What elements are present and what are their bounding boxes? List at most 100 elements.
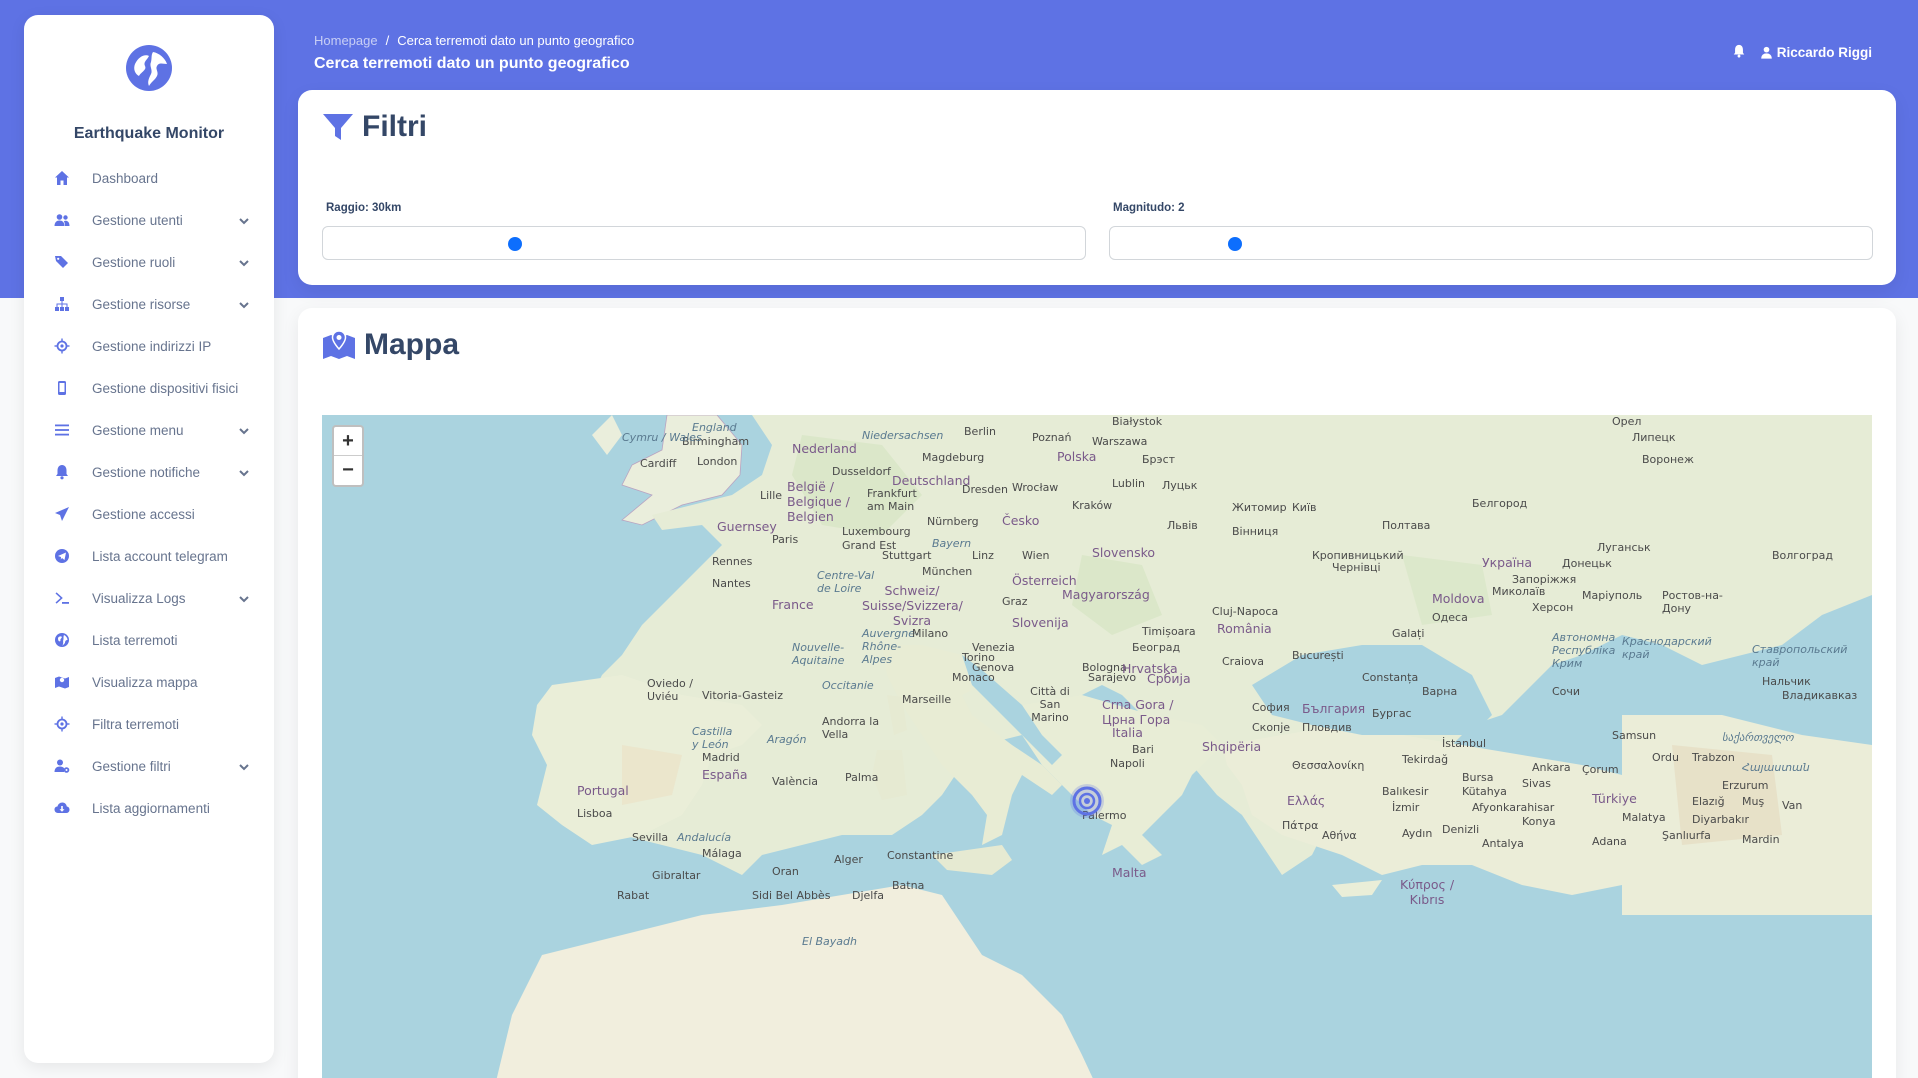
- map-label: Nouvelle-Aquitaine: [792, 641, 845, 667]
- map-title-text: Mappa: [364, 328, 460, 361]
- map-label: Kraków: [1072, 499, 1113, 512]
- page-title: Cerca terremoti dato un punto geografico: [314, 55, 630, 72]
- sidebar-item-filtra-terremoti[interactable]: Filtra terremoti: [24, 703, 274, 745]
- sitemap-icon: [54, 296, 70, 312]
- sidebar-item-lista-account-telegram[interactable]: Lista account telegram: [24, 535, 274, 577]
- sidebar-item-gestione-utenti[interactable]: Gestione utenti: [24, 199, 274, 241]
- bell-icon[interactable]: [1732, 44, 1746, 61]
- map-label: Erzurum: [1722, 779, 1769, 792]
- zoom-in-button[interactable]: +: [334, 427, 362, 456]
- magnitudo-slider[interactable]: [1109, 226, 1873, 260]
- map-label: Malatya: [1622, 811, 1666, 824]
- map-label: Antalya: [1482, 837, 1524, 850]
- magnitudo-slider-thumb[interactable]: [1228, 237, 1242, 251]
- map-label: Скопје: [1252, 721, 1291, 734]
- map-label: Stuttgart: [882, 549, 932, 562]
- map-label: Città di San Marino: [1030, 685, 1070, 724]
- search-point-marker[interactable]: [1069, 783, 1105, 819]
- map-base-layer: [322, 415, 1872, 1078]
- sidebar-item-visualizza-mappa[interactable]: Visualizza mappa: [24, 661, 274, 703]
- map-label: Одеса: [1432, 611, 1468, 624]
- map-label: Луцьк: [1162, 479, 1198, 492]
- chevron-down-icon: [238, 592, 250, 604]
- sidebar-item-visualizza-logs[interactable]: Visualizza Logs: [24, 577, 274, 619]
- map-label: Сочи: [1552, 685, 1581, 698]
- user-menu[interactable]: Riccardo Riggi: [1760, 45, 1872, 60]
- map-label: Denizli: [1442, 823, 1480, 836]
- map-label: România: [1217, 621, 1272, 636]
- sidebar-item-gestione-filtri[interactable]: Gestione filtri: [24, 745, 274, 787]
- sidebar-item-gestione-dispositivi-fisici[interactable]: Gestione dispositivi fisici: [24, 367, 274, 409]
- sidebar: Earthquake Monitor Dashboard Gestione ut…: [24, 15, 274, 1063]
- map-label: Варна: [1422, 685, 1458, 698]
- map-label: Θεσσαλονίκη: [1292, 759, 1365, 772]
- bars-icon: [54, 422, 70, 438]
- map-label: Ставропольский край: [1752, 643, 1848, 669]
- sidebar-item-gestione-ruoli[interactable]: Gestione ruoli: [24, 241, 274, 283]
- sidebar-item-lista-terremoti[interactable]: Lista terremoti: [24, 619, 274, 661]
- map-icon: [54, 674, 70, 690]
- map-label: İstanbul: [1442, 737, 1487, 750]
- breadcrumb-home-link[interactable]: Homepage: [314, 33, 378, 48]
- map-label: София: [1252, 701, 1290, 714]
- map-label: Cardiff: [640, 457, 677, 470]
- crosshair-icon: [54, 716, 70, 732]
- map-label: Paris: [772, 533, 799, 546]
- home-icon: [54, 170, 70, 186]
- chevron-down-icon: [238, 760, 250, 772]
- map-label: Луганськ: [1597, 541, 1651, 554]
- sidebar-item-label: Gestione menu: [92, 422, 184, 438]
- sidebar-item-gestione-risorse[interactable]: Gestione risorse: [24, 283, 274, 325]
- map-label: Magdeburg: [922, 451, 985, 464]
- zoom-out-button[interactable]: −: [334, 456, 362, 485]
- globe-logo-icon[interactable]: [125, 44, 173, 92]
- map-label: France: [772, 597, 814, 612]
- map-card: Mappa + − England Birmingham Cymru / Wal…: [298, 308, 1896, 1078]
- map-label: Sarajevo: [1088, 671, 1137, 684]
- raggio-slider[interactable]: [322, 226, 1086, 260]
- map-label: Białystok: [1112, 415, 1163, 428]
- map-label: Galați: [1392, 627, 1425, 640]
- map-label: İzmir: [1392, 801, 1420, 814]
- sidebar-item-gestione-notifiche[interactable]: Gestione notifiche: [24, 451, 274, 493]
- sidebar-item-dashboard[interactable]: Dashboard: [24, 157, 274, 199]
- map-label: Samsun: [1612, 729, 1657, 742]
- map-label: Batna: [892, 879, 925, 892]
- map-label: Nederland: [792, 441, 857, 456]
- map-label: Rennes: [712, 555, 753, 568]
- map-viewport[interactable]: + − England Birmingham Cymru / Wales Car…: [322, 415, 1872, 1078]
- user-icon: [1760, 46, 1772, 59]
- map-label: საქართველო: [1722, 731, 1794, 744]
- map-label: Ordu: [1652, 751, 1679, 764]
- map-label: Milano: [912, 627, 949, 640]
- breadcrumb: Homepage / Cerca terremoti dato un punto…: [314, 33, 634, 48]
- breadcrumb-separator: /: [385, 33, 390, 48]
- sidebar-item-gestione-accessi[interactable]: Gestione accessi: [24, 493, 274, 535]
- crosshair-icon: [54, 338, 70, 354]
- map-label: Elazığ: [1692, 795, 1725, 808]
- map-label: Lille: [760, 489, 783, 502]
- sidebar-item-gestione-indirizzi-ip[interactable]: Gestione indirizzi IP: [24, 325, 274, 367]
- map-label: Poznań: [1032, 431, 1072, 444]
- sidebar-item-label: Dashboard: [92, 170, 159, 186]
- map-label: Djelfa: [852, 889, 884, 902]
- map-label: Türkiye: [1592, 791, 1637, 806]
- map-label: Occitanie: [822, 679, 874, 692]
- map-label: Пловдив: [1302, 721, 1352, 734]
- map-label: Alger: [834, 853, 863, 866]
- map-label: El Bayadh: [802, 935, 857, 948]
- map-label: Lublin: [1112, 477, 1145, 490]
- map-label: București: [1292, 649, 1344, 662]
- users-icon: [54, 212, 70, 228]
- map-label: Владикавказ: [1782, 689, 1858, 702]
- sidebar-item-gestione-menu[interactable]: Gestione menu: [24, 409, 274, 451]
- sidebar-item-lista-aggiornamenti[interactable]: Lista aggiornamenti: [24, 787, 274, 829]
- raggio-slider-thumb[interactable]: [508, 237, 522, 251]
- map-label: Balıkesir: [1382, 785, 1429, 798]
- map-label: Shqipëria: [1202, 739, 1262, 754]
- map-label: Şanlıurfa: [1662, 829, 1711, 842]
- map-label: Österreich: [1012, 573, 1077, 588]
- tags-icon: [54, 254, 70, 270]
- map-label: Маріуполь: [1582, 589, 1643, 602]
- map-label: Guernsey: [717, 519, 777, 534]
